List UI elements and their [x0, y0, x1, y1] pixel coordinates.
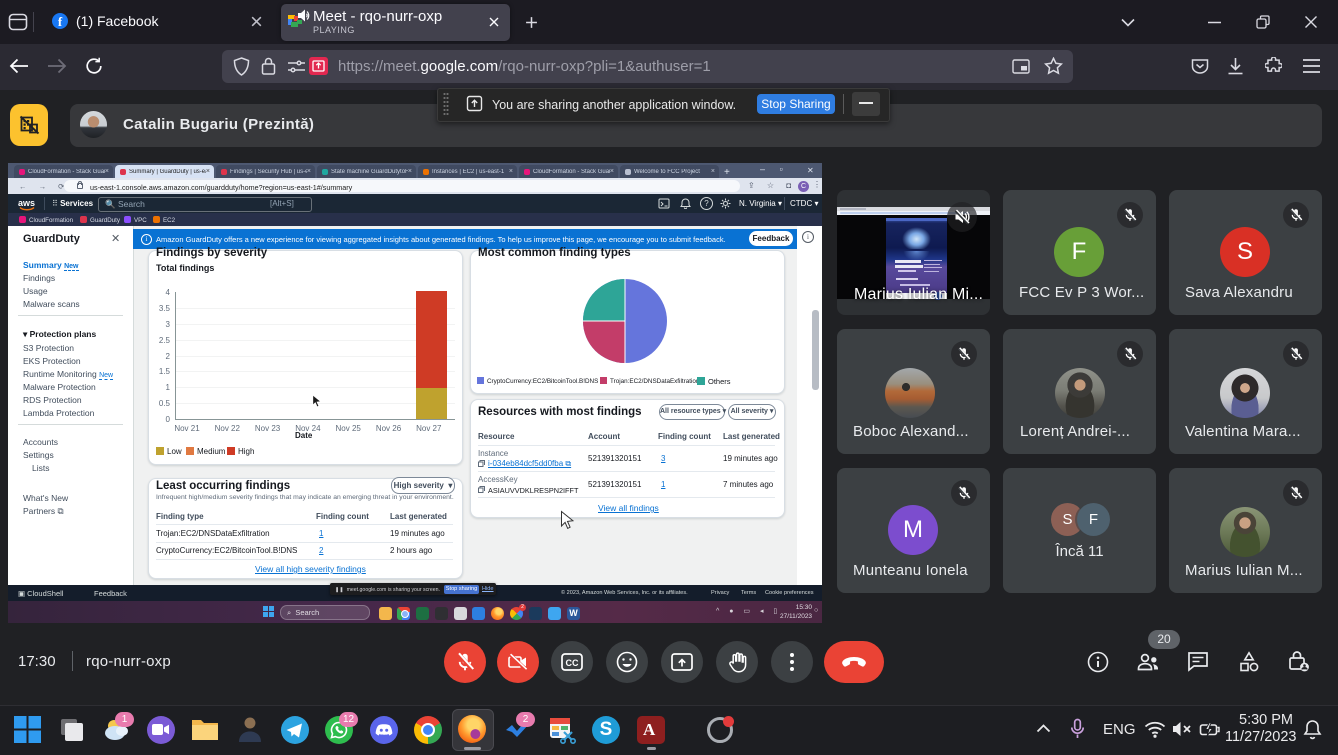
svg-text:CC: CC — [566, 658, 579, 668]
